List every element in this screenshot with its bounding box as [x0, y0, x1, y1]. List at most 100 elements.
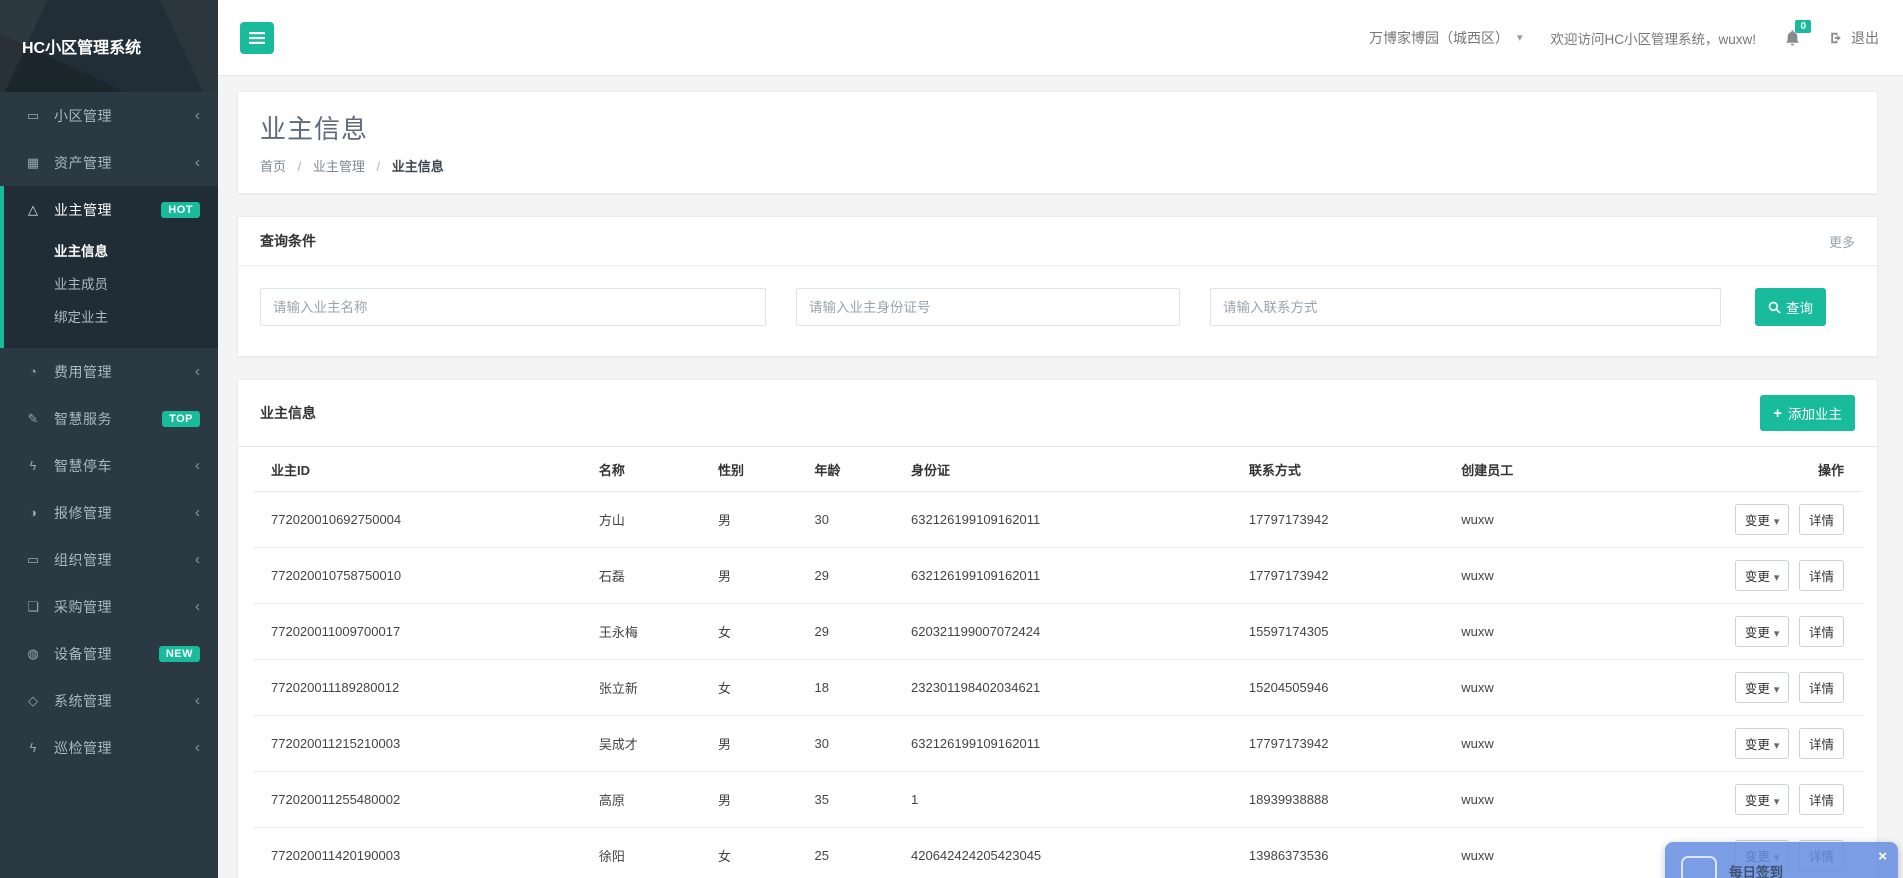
sidebar-subitem[interactable]: 绑定业主: [4, 301, 218, 334]
detail-button[interactable]: 详情: [1799, 504, 1844, 535]
sidebar-item-label: 费用管理: [54, 362, 195, 382]
cell-gender: 女: [710, 604, 807, 660]
sidebar-item-asset[interactable]: ▦ 资产管理‹: [4, 139, 218, 186]
cell-phone: 18939938888: [1241, 772, 1453, 828]
table-header-row: 业主ID名称性别年龄身份证联系方式创建员工操作: [253, 447, 1862, 492]
breadcrumb-home[interactable]: 首页: [260, 159, 286, 174]
sidebar-item-purchase[interactable]: ❏ 采购管理‹: [4, 583, 218, 630]
detail-button[interactable]: 详情: [1799, 560, 1844, 591]
cell-age: 18: [806, 660, 903, 716]
cell-idcard: 620321199007072424: [903, 604, 1241, 660]
sidebar-item-label: 资产管理: [54, 153, 195, 173]
sidebar-item-label: 小区管理: [54, 106, 195, 126]
sidebar-item-label: 巡检管理: [54, 738, 195, 758]
owners-panel-title: 业主信息: [260, 403, 316, 423]
cell-idcard: 1: [903, 772, 1241, 828]
cell-gender: 男: [710, 548, 807, 604]
table-row: 772020011420190003 徐阳 女 25 4206424242054…: [253, 828, 1862, 878]
owners-table: 业主ID名称性别年龄身份证联系方式创建员工操作 7720200106927500…: [253, 447, 1862, 878]
owner-phone-input[interactable]: [1210, 288, 1721, 326]
sidebar-nav: ▭ 小区管理‹ ▦ 资产管理‹ △ 业主管理HOT业主信息业主成员绑定业主 ◔ …: [0, 92, 218, 771]
query-panel-header: 查询条件 更多: [238, 217, 1877, 266]
edit-icon: ✎: [24, 411, 42, 427]
cell-phone: 15597174305: [1241, 604, 1453, 660]
detail-button[interactable]: 详情: [1799, 784, 1844, 815]
column-header: 性别: [710, 447, 807, 492]
globe-icon: ◔: [24, 364, 42, 379]
detail-button[interactable]: 详情: [1799, 728, 1844, 759]
gem-icon: ◇: [24, 693, 42, 709]
change-button[interactable]: 变更▾: [1735, 504, 1790, 535]
table-row: 772020011215210003 吴成才 男 30 632126199109…: [253, 716, 1862, 772]
cell-phone: 17797173942: [1241, 716, 1453, 772]
cell-gender: 男: [710, 716, 807, 772]
cell-name: 石磊: [591, 548, 710, 604]
sidebar-group-inspection: ϟ 巡检管理‹: [0, 724, 218, 771]
hamburger-icon: [249, 32, 265, 44]
change-button[interactable]: 变更▾: [1735, 616, 1790, 647]
sidebar-item-system[interactable]: ◇ 系统管理‹: [4, 677, 218, 724]
welcome-text: 欢迎访问HC小区管理系统，wuxw!: [1550, 28, 1756, 48]
monitor-icon: ▭: [24, 552, 42, 568]
chevron-left-icon: ‹: [195, 598, 200, 615]
cell-name: 王永梅: [591, 604, 710, 660]
community-selector[interactable]: 万博家博园（城西区） ▾: [1369, 28, 1523, 48]
change-button[interactable]: 变更▾: [1735, 560, 1790, 591]
cell-creator: wuxw: [1453, 716, 1678, 772]
sidebar-item-organization[interactable]: ▭ 组织管理‹: [4, 536, 218, 583]
add-owner-button[interactable]: + 添加业主: [1760, 395, 1855, 431]
column-header: 身份证: [903, 447, 1241, 492]
cell-creator: wuxw: [1453, 548, 1678, 604]
sidebar-item-smart-service[interactable]: ✎ 智慧服务TOP: [4, 395, 218, 442]
search-button-label: 查询: [1786, 297, 1813, 317]
owner-name-input[interactable]: [260, 288, 766, 326]
sidebar-group-fee: ◔ 费用管理‹: [0, 348, 218, 395]
sidebar-item-device[interactable]: ◍ 设备管理NEW: [4, 630, 218, 677]
sidebar-item-fee[interactable]: ◔ 费用管理‹: [4, 348, 218, 395]
more-link[interactable]: 更多: [1829, 232, 1855, 251]
change-button[interactable]: 变更▾: [1735, 728, 1790, 759]
sidebar-item-label: 报修管理: [54, 503, 195, 523]
column-header: 创建员工: [1453, 447, 1678, 492]
sidebar-item-label: 设备管理: [54, 644, 159, 664]
sidebar-group-asset: ▦ 资产管理‹: [0, 139, 218, 186]
cell-owner-id: 772020011255480002: [253, 772, 591, 828]
detail-button[interactable]: 详情: [1799, 616, 1844, 647]
sidebar-toggle-button[interactable]: [240, 22, 274, 54]
sidebar: HC小区管理系统 ▭ 小区管理‹ ▦ 资产管理‹ △ 业主管理HOT业主信息业主…: [0, 0, 218, 878]
sidebar-item-inspection[interactable]: ϟ 巡检管理‹: [4, 724, 218, 771]
detail-button[interactable]: 详情: [1799, 672, 1844, 703]
sidebar-item-owner[interactable]: △ 业主管理HOT: [4, 186, 218, 233]
copy-icon: ❏: [24, 599, 42, 615]
globe-icon: ◑: [24, 505, 42, 520]
chevron-down-icon: ▾: [1774, 628, 1780, 640]
sidebar-group-repair: ◑ 报修管理‹: [0, 489, 218, 536]
chevron-left-icon: ‹: [195, 739, 200, 756]
cell-creator: wuxw: [1453, 828, 1678, 878]
breadcrumb-owner-mgmt[interactable]: 业主管理: [313, 159, 365, 174]
cell-owner-id: 772020011420190003: [253, 828, 591, 878]
cell-idcard: 420642424205423045: [903, 828, 1241, 878]
cell-name: 徐阳: [591, 828, 710, 878]
cell-name: 张立新: [591, 660, 710, 716]
sidebar-item-label: 组织管理: [54, 550, 195, 570]
owner-idcard-input[interactable]: [796, 288, 1180, 326]
sidebar-subitem[interactable]: 业主信息: [4, 235, 218, 268]
change-button[interactable]: 变更▾: [1735, 672, 1790, 703]
query-form: 查询: [238, 266, 1877, 356]
sidebar-subitem[interactable]: 业主成员: [4, 268, 218, 301]
logout-button[interactable]: 退出: [1829, 28, 1879, 48]
column-header: 业主ID: [253, 447, 591, 492]
table-row: 772020011189280012 张立新 女 18 232301198402…: [253, 660, 1862, 716]
change-button[interactable]: 变更▾: [1735, 784, 1790, 815]
cell-gender: 男: [710, 772, 807, 828]
sidebar-item-repair[interactable]: ◑ 报修管理‹: [4, 489, 218, 536]
header-right: 万博家博园（城西区） ▾ 欢迎访问HC小区管理系统，wuxw! 0 退出: [1369, 28, 1879, 48]
notifications-button[interactable]: 0: [1784, 29, 1801, 47]
sidebar-item-parking[interactable]: ϟ 智慧停车‹: [4, 442, 218, 489]
toast-close-icon[interactable]: ×: [1878, 849, 1887, 864]
cell-gender: 女: [710, 828, 807, 878]
sidebar-item-label: 智慧停车: [54, 456, 195, 476]
search-button[interactable]: 查询: [1755, 288, 1826, 326]
sidebar-item-community[interactable]: ▭ 小区管理‹: [4, 92, 218, 139]
